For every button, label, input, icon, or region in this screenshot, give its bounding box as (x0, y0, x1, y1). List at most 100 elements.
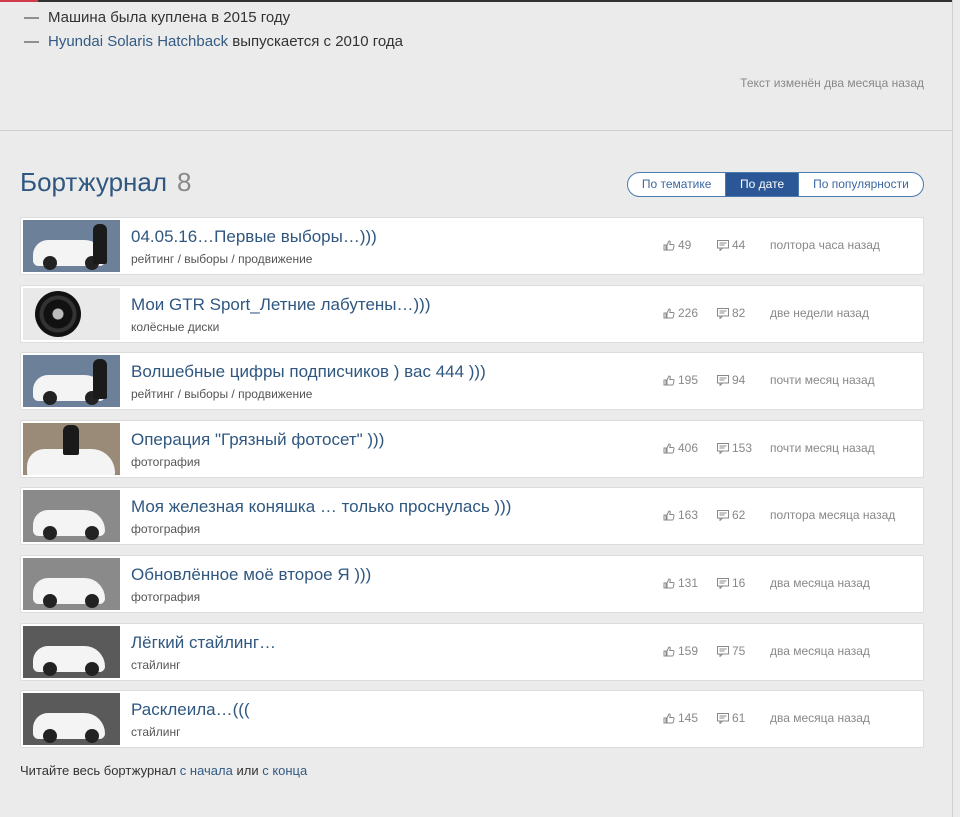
post-likes[interactable]: 195 (663, 373, 698, 387)
logbook-post[interactable]: Операция "Грязный фотосет" ))) фотография… (20, 420, 924, 478)
logbook-post[interactable]: Мои GTR Sport_Летние лабутены…))) колёсны… (20, 285, 924, 343)
fact-text: Машина была куплена в 2015 году (48, 9, 291, 26)
fact-dash: — (24, 33, 39, 50)
edited-note: Текст изменён два месяца назад (740, 76, 924, 90)
post-thumbnail[interactable] (23, 626, 120, 678)
logbook-title: Бортжурнал (20, 167, 168, 197)
comments-count: 44 (732, 238, 746, 252)
post-tags: рейтинг / выборы / продвижение (131, 252, 313, 266)
post-likes[interactable]: 159 (663, 644, 698, 658)
post-title[interactable]: 04.05.16…Первые выборы…))) (131, 227, 377, 247)
thumbs-up-icon (663, 373, 678, 387)
post-time: две недели назад (770, 306, 869, 320)
likes-count: 226 (678, 306, 699, 320)
post-title[interactable]: Операция "Грязный фотосет" ))) (131, 430, 384, 450)
model-link[interactable]: Hyundai Solaris Hatchback (48, 33, 228, 50)
post-title[interactable]: Мои GTR Sport_Летние лабутены…))) (131, 295, 431, 315)
post-comments[interactable]: 61 (717, 711, 745, 725)
post-title[interactable]: Лёгкий стайлинг… (131, 633, 276, 653)
top-border (0, 0, 952, 2)
thumbs-up-icon (663, 306, 678, 320)
post-title[interactable]: Расклеила…((( (131, 700, 250, 720)
comments-count: 16 (732, 576, 746, 590)
comments-count: 61 (732, 711, 746, 725)
post-time: почти месяц назад (770, 373, 875, 387)
logbook-post[interactable]: Лёгкий стайлинг… стайлинг 159 75 два месяца … (20, 623, 924, 681)
post-time: два месяца назад (770, 576, 870, 590)
comment-icon (717, 644, 732, 658)
post-comments[interactable]: 75 (717, 644, 745, 658)
post-tags: стайлинг (131, 725, 181, 739)
post-time: полтора часа назад (770, 238, 880, 252)
likes-count: 195 (678, 373, 699, 387)
read-from-start-link[interactable]: с начала (180, 763, 233, 778)
post-likes[interactable]: 406 (663, 441, 698, 455)
likes-count: 406 (678, 441, 699, 455)
post-time: два месяца назад (770, 644, 870, 658)
post-time: два месяца назад (770, 711, 870, 725)
post-thumbnail[interactable] (23, 423, 120, 475)
post-thumbnail[interactable] (23, 490, 120, 542)
logbook-post[interactable]: 04.05.16…Первые выборы…))) рейтинг / выбо… (20, 217, 924, 275)
post-time: почти месяц назад (770, 441, 875, 455)
post-comments[interactable]: 44 (717, 238, 745, 252)
comments-count: 82 (732, 306, 746, 320)
post-thumbnail[interactable] (23, 288, 120, 340)
comment-icon (717, 373, 732, 387)
post-thumbnail[interactable] (23, 693, 120, 745)
post-likes[interactable]: 49 (663, 238, 691, 252)
sort-tab-date[interactable]: По дате (725, 173, 799, 196)
fact-dash: — (24, 9, 39, 26)
post-tags: фотография (131, 590, 201, 604)
logbook-heading: Бортжурнал 8 (20, 167, 192, 198)
post-tags: фотография (131, 455, 201, 469)
logbook-post[interactable]: Волшебные цифры подписчиков ) вас 444 ))… (20, 352, 924, 410)
thumbs-up-icon (663, 644, 678, 658)
section-divider (0, 130, 952, 131)
post-tags: стайлинг (131, 658, 181, 672)
footer-prefix: Читайте весь бортжурнал (20, 763, 180, 778)
post-likes[interactable]: 131 (663, 576, 698, 590)
post-title[interactable]: Волшебные цифры подписчиков ) вас 444 ))… (131, 362, 486, 382)
thumbs-up-icon (663, 576, 678, 590)
thumbs-up-icon (663, 238, 678, 252)
sort-tab-popularity[interactable]: По популярности (799, 173, 923, 196)
post-comments[interactable]: 94 (717, 373, 745, 387)
logbook-post[interactable]: Обновлённое моё второе Я ))) фотография 13… (20, 555, 924, 613)
post-title[interactable]: Моя железная коняшка … только проснулась… (131, 497, 511, 517)
fact-purchased: — Машина была куплена в 2015 году (24, 6, 403, 30)
comment-icon (717, 576, 732, 590)
comments-count: 75 (732, 644, 746, 658)
post-tags: рейтинг / выборы / продвижение (131, 387, 313, 401)
post-likes[interactable]: 145 (663, 711, 698, 725)
post-thumbnail[interactable] (23, 355, 120, 407)
footer-middle: или (232, 763, 263, 778)
post-comments[interactable]: 62 (717, 508, 745, 522)
comment-icon (717, 441, 732, 455)
sort-tab-topic[interactable]: По тематике (628, 173, 725, 196)
post-comments[interactable]: 82 (717, 306, 745, 320)
post-thumbnail[interactable] (23, 220, 120, 272)
post-likes[interactable]: 163 (663, 508, 698, 522)
thumbs-up-icon (663, 711, 678, 725)
car-facts: — Машина была куплена в 2015 году — Hyunda… (24, 6, 403, 54)
comment-icon (717, 238, 732, 252)
logbook-post[interactable]: Расклеила…((( стайлинг 145 61 два месяца наз… (20, 690, 924, 748)
post-time: полтора месяца назад (770, 508, 896, 522)
logbook-count: 8 (177, 167, 192, 197)
fact-model: — Hyundai Solaris Hatchback выпускается с… (24, 30, 403, 54)
fact-text: выпускается с 2010 года (228, 33, 403, 50)
read-from-end-link[interactable]: с конца (262, 763, 307, 778)
logbook-post[interactable]: Моя железная коняшка … только проснулась… (20, 487, 924, 545)
read-full-logbook: Читайте весь бортжурнал с начала или с к… (20, 763, 307, 778)
likes-count: 159 (678, 644, 699, 658)
post-likes[interactable]: 226 (663, 306, 698, 320)
post-comments[interactable]: 153 (717, 441, 752, 455)
comment-icon (717, 508, 732, 522)
likes-count: 131 (678, 576, 699, 590)
likes-count: 49 (678, 238, 692, 252)
post-title[interactable]: Обновлённое моё второе Я ))) (131, 565, 371, 585)
comments-count: 62 (732, 508, 746, 522)
post-comments[interactable]: 16 (717, 576, 745, 590)
post-thumbnail[interactable] (23, 558, 120, 610)
